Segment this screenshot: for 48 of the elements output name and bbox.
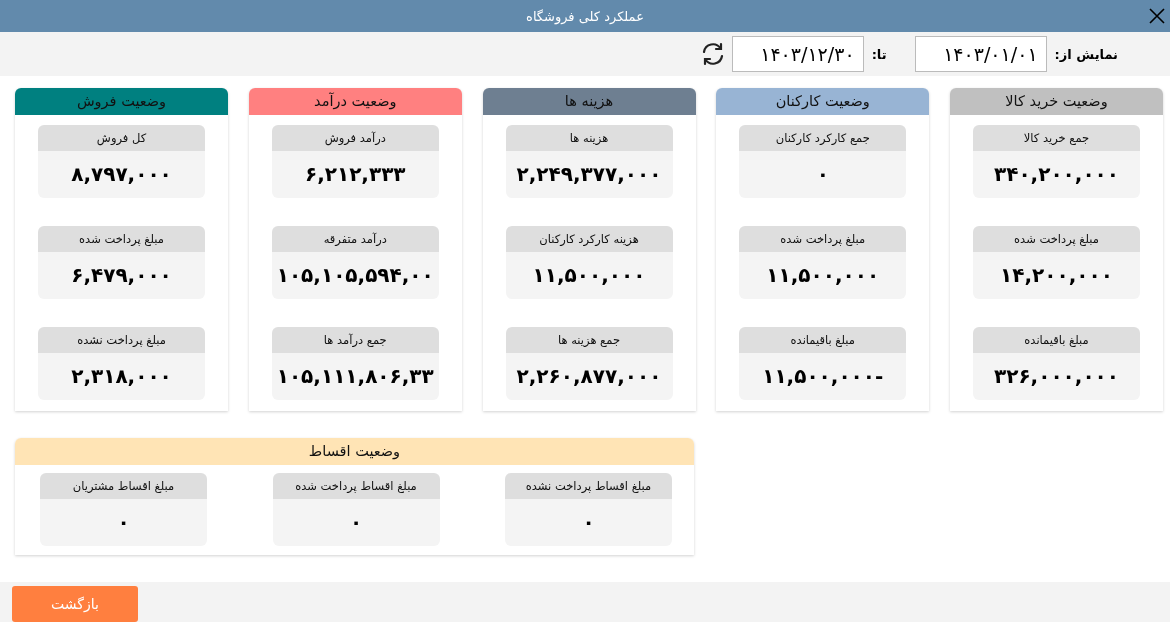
stat-label: درآمد فروش: [271, 125, 439, 151]
stat-label: هزینه کارکرد کارکنان: [505, 226, 673, 252]
stat-label: مبلغ پرداخت شده: [38, 226, 205, 252]
stat-label: کل فروش: [38, 125, 205, 151]
stat-label: مبلغ باقیمانده: [739, 327, 907, 353]
panel-header: وضعیت فروش: [15, 88, 228, 115]
stat-value: ۰: [40, 499, 207, 546]
stat-label: جمع درآمد ها: [271, 327, 439, 353]
stat-label: مبلغ باقیمانده: [973, 327, 1140, 353]
stat-value: ۳۴۰,۲۰۰,۰۰۰: [973, 151, 1140, 198]
panel-header: وضعیت خرید کالا: [950, 88, 1163, 115]
stat-label: مبلغ پرداخت شده: [739, 226, 907, 252]
stat-value: ۰: [272, 499, 440, 546]
stat-label: جمع خرید کالا: [973, 125, 1140, 151]
panel-header: هزینه ها: [482, 88, 696, 115]
stat-value: ۰: [739, 151, 907, 198]
stat-value: ۱۱,۵۰۰,۰۰۰-: [739, 353, 907, 400]
stat-value: ۶,۴۷۹,۰۰۰: [38, 252, 205, 299]
stat-value: ۱۴,۲۰۰,۰۰۰: [973, 252, 1140, 299]
stat-value: ۱۰۵,۱۰۵,۵۹۴,۰۰: [271, 252, 439, 299]
stat-value: ۳۲۶,۰۰۰,۰۰۰: [973, 353, 1140, 400]
to-date-field[interactable]: ۱۴۰۳/۱۲/۳۰: [731, 36, 864, 72]
from-date-field[interactable]: ۱۴۰۳/۰۱/۰۱: [914, 36, 1047, 72]
stat-label: مبلغ پرداخت نشده: [38, 327, 205, 353]
stat-value: ۲,۲۶۰,۸۷۷,۰۰۰: [505, 353, 673, 400]
stat-label: مبلغ اقساط پرداخت شده: [272, 473, 440, 499]
panel-header: وضعیت درآمد: [248, 88, 462, 115]
stat-value: ۱۱,۵۰۰,۰۰۰: [739, 252, 907, 299]
stat-value: ۸,۷۹۷,۰۰۰: [38, 151, 205, 198]
stat-value: ۱۰۵,۱۱۱,۸۰۶,۳۳: [271, 353, 439, 400]
stat-label: مبلغ اقساط پرداخت نشده: [505, 473, 672, 499]
stat-label: جمع کارکرد کارکنان: [739, 125, 907, 151]
panel-header: وضعیت کارکنان: [716, 88, 930, 115]
stat-value: ۱۱,۵۰۰,۰۰۰: [505, 252, 673, 299]
panel-header: وضعیت اقساط: [15, 438, 694, 465]
stat-label: جمع هزینه ها: [505, 327, 673, 353]
stat-value: ۰: [505, 499, 672, 546]
stat-label: مبلغ اقساط مشتریان: [40, 473, 207, 499]
window-title: عملکرد کلی فروشگاه: [526, 8, 644, 24]
stat-value: ۲,۲۴۹,۳۷۷,۰۰۰: [505, 151, 673, 198]
stat-label: درآمد متفرقه: [271, 226, 439, 252]
stat-value: ۲,۳۱۸,۰۰۰: [38, 353, 205, 400]
stat-label: مبلغ پرداخت شده: [973, 226, 1140, 252]
from-label: نمایش از:: [1054, 46, 1118, 62]
close-icon[interactable]: [1149, 8, 1165, 24]
stat-value: ۶,۲۱۲,۳۳۳: [271, 151, 439, 198]
stat-label: هزینه ها: [505, 125, 673, 151]
to-label: تا:: [871, 46, 887, 62]
